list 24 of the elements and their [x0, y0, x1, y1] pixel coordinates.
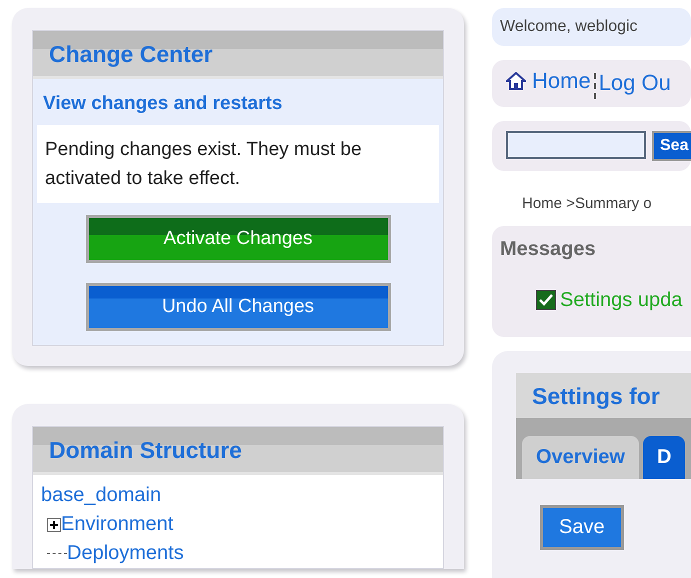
panel-title: Change Center	[49, 41, 214, 68]
check-icon	[536, 290, 556, 310]
tree-item[interactable]: base_domain	[41, 481, 162, 510]
home-icon	[506, 72, 526, 90]
panel-title: Domain Structure	[49, 437, 243, 464]
save-button[interactable]: Save	[540, 505, 624, 550]
welcome-text: Welcome, weblogic	[500, 18, 638, 35]
tab[interactable]: D	[642, 436, 686, 480]
expand-icon[interactable]	[47, 518, 61, 532]
messages-title: Messages	[500, 238, 597, 261]
panel-title: Settings for	[532, 383, 661, 410]
search-field[interactable]	[506, 130, 646, 159]
success-message: Settings upda	[536, 288, 682, 312]
tab[interactable]: Overview	[522, 436, 639, 480]
nav-link[interactable]: Log Ou	[598, 70, 671, 96]
change-button[interactable]: Activate Changes	[86, 215, 390, 263]
tree-item[interactable]: Environment	[61, 510, 174, 539]
breadcrumb: Home >Summary o	[521, 194, 653, 212]
search-button[interactable]: Sea	[652, 130, 691, 161]
view-changes-link[interactable]: View changes and restarts	[33, 79, 443, 125]
change-button[interactable]: Undo All Changes	[86, 283, 390, 331]
nav-link[interactable]: Home	[506, 68, 591, 94]
tree-item[interactable]: Deployments	[67, 539, 184, 568]
pending-changes-message: Pending changes exist. They must be activated to take effect.	[37, 125, 439, 203]
